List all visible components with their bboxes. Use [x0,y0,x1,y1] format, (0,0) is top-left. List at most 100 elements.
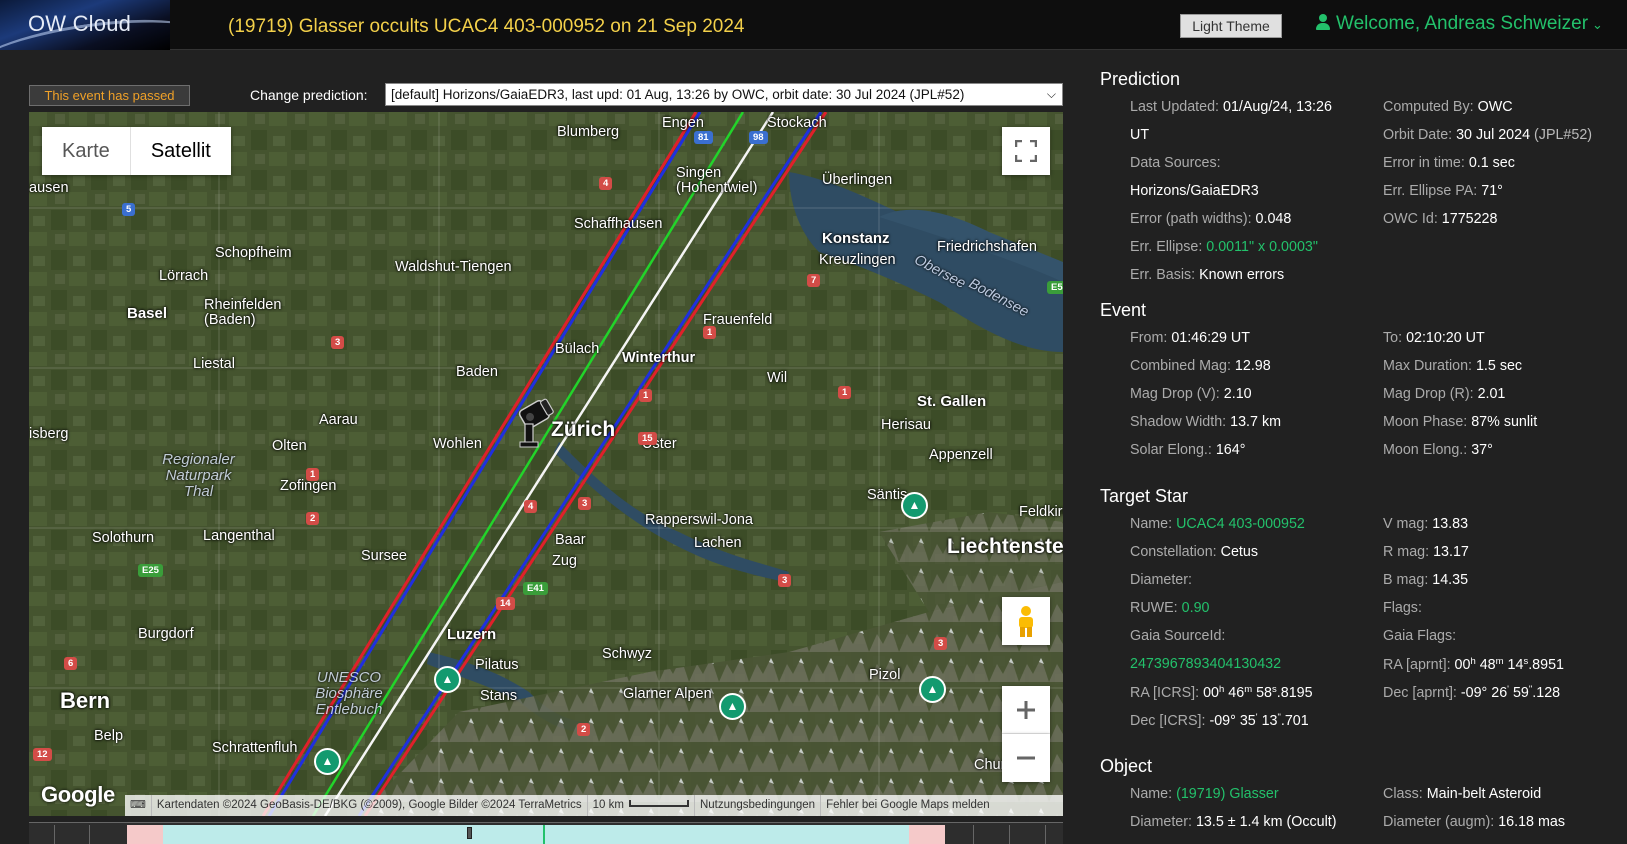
map-type-karte-button[interactable]: Karte [42,127,130,175]
max-duration-row: Max Duration: 1.5 sec [1383,358,1522,374]
mag-drop-v-row: Mag Drop (V): 2.10 [1130,386,1252,402]
moon-elong-value: 37° [1471,442,1493,458]
gaia-source-value-row: 2473967893404130432 [1130,656,1281,672]
object-name-link[interactable]: (19719) Glasser [1176,786,1279,802]
gaia-source-label: Gaia SourceId: [1130,628,1226,644]
road-shield: 4 [599,177,613,190]
map-place-label: isberg [29,426,69,442]
computed-by-row: Computed By: OWC [1383,99,1513,115]
ruwe-label: RUWE: [1130,600,1178,616]
dec-icrs-label: Dec [ICRS]: [1130,713,1206,729]
err-ellipse-link[interactable]: 0.0011" x 0.0003" [1206,239,1318,255]
solar-elong-label: Solar Elong.: [1130,442,1212,458]
object-name-row: Name: (19719) Glasser [1130,786,1279,802]
dec-icrs-minutes: 35 [1239,713,1256,729]
light-theme-button[interactable]: Light Theme [1180,14,1282,38]
mountain-poi-icon[interactable]: ▲ [314,748,341,775]
last-updated-row: Last Updated: 01/Aug/24, 13:26 [1130,99,1332,115]
dec-icrs-row: Dec [ICRS]: -09° 35' 13".701 [1130,712,1309,729]
last-updated-tz: UT [1130,127,1149,143]
star-diameter-row: Diameter: [1130,572,1192,588]
welcome-text: Welcome, Andreas Schweizer [1336,13,1589,34]
ra-icrs-label: RA [ICRS]: [1130,685,1200,701]
mag-drop-r-row: Mag Drop (R): 2.01 [1383,386,1505,402]
star-name-link[interactable]: UCAC4 403-000952 [1176,516,1305,532]
gaia-source-link[interactable]: 2473967893404130432 [1130,656,1281,672]
moon-elong-row: Moon Elong.: 37° [1383,442,1493,458]
prediction-select[interactable]: [default] Horizons/GaiaEDR3, last upd: 0… [385,83,1063,106]
google-logo: Google [41,782,115,807]
timeline-slider-handle[interactable] [467,827,472,839]
road-shield: 1 [838,386,852,399]
fullscreen-button[interactable] [1002,127,1050,175]
owc-id-label: OWC Id: [1383,211,1438,227]
event-from-label: From: [1130,330,1168,346]
computed-by-value: OWC [1477,99,1513,115]
road-shield: 3 [778,574,792,587]
dec-icrs-degrees: -09° [1209,713,1236,729]
chevron-down-icon: ⌄ [1592,17,1603,32]
keyboard-icon[interactable]: ⌨ [125,795,151,816]
object-class-label: Class: [1383,786,1423,802]
observer-telescope-icon[interactable] [513,394,561,448]
moon-phase-row: Moon Phase: 87% sunlit [1383,414,1537,430]
road-shield: 2 [306,512,320,525]
object-class-row: Class: Main-belt Asteroid [1383,786,1541,802]
map-place-label: Waldshut-Tiengen [395,259,512,275]
map-place-label: Luzern [447,626,497,643]
road-shield: 7 [807,274,821,287]
map-place-label: Burgdorf [138,626,194,642]
bmag-row: B mag: 14.35 [1383,572,1468,588]
err-ellipse-pa-row: Err. Ellipse PA: 71° [1383,183,1503,199]
event-timeline[interactable] [29,822,1063,844]
map-place-label: Pilatus [475,657,519,673]
vmag-value: 13.83 [1432,516,1469,532]
map-type-satellit-button[interactable]: Satellit [129,127,231,175]
object-diameter-source: (Occult) [1286,814,1337,830]
rmag-row: R mag: 13.17 [1383,544,1469,560]
map-place-label: Pizol [869,667,901,683]
chevron-down-icon: ⌵ [1046,87,1056,101]
map-scale[interactable]: 10 km [586,795,694,816]
dec-aprnt-degrees: -09° [1460,685,1488,701]
object-name-label: Name: [1130,786,1173,802]
mountain-poi-icon[interactable]: ▲ [919,676,946,703]
road-shield: 15 [638,432,657,445]
map-place-label: Sursee [361,548,407,564]
map-place-label: St. Gallen [917,393,987,410]
zoom-out-button[interactable] [1002,734,1050,782]
mountain-poi-icon[interactable]: ▲ [434,666,461,693]
mag-drop-v-label: Mag Drop (V): [1130,386,1220,402]
rmag-label: R mag: [1383,544,1430,560]
mountain-poi-icon[interactable]: ▲ [719,693,746,720]
timeline-tick [973,825,974,844]
road-shield: 12 [33,748,52,761]
map-place-label: Blumberg [557,124,620,140]
report-error-link[interactable]: Fehler bei Google Maps melden [820,795,995,816]
error-time-value: 0.1 sec [1468,155,1515,171]
map-place-label: Appenzell [929,447,993,463]
event-from-value: 01:46:29 UT [1171,330,1250,346]
map-place-label: Stans [480,688,518,704]
terms-link[interactable]: Nutzungsbedingungen [693,795,820,816]
event-to-label: To: [1383,330,1403,346]
pegman-icon [1019,606,1033,637]
map-place-label: Liestal [193,356,235,372]
user-menu[interactable]: Welcome, Andreas Schweizer ⌄ [1316,13,1603,35]
vmag-label: V mag: [1383,516,1429,532]
mountain-poi-icon[interactable]: ▲ [901,492,928,519]
map-place-label: Solothurn [92,530,155,546]
map-place-label: Bern [60,688,111,713]
app-logo[interactable]: OW Cloud [0,0,170,50]
road-shield: 2 [577,723,591,736]
zoom-in-button[interactable] [1002,686,1050,734]
dec-aprnt-row: Dec [aprnt]: -09° 26' 59".128 [1383,684,1561,701]
map-place-label: Kreuzlingen [819,252,896,268]
map-place-label: Friedrichshafen [937,239,1037,255]
map-place-label: Baden [456,364,498,380]
map-place-label: Liechtenstein [947,535,1063,558]
map-canvas[interactable]: Engen Stockach Blumberg Singen (Hohentwi… [29,112,1063,816]
street-view-pegman-button[interactable] [1002,597,1050,645]
map-place-label: Wohlen [433,436,482,452]
road-shield: 1 [639,389,653,402]
